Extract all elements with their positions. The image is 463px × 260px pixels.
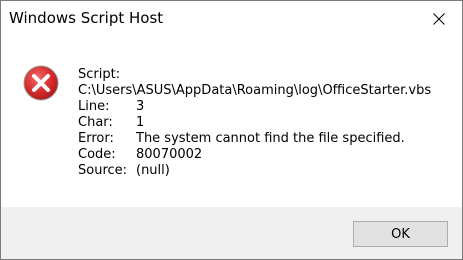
button-bar: OK xyxy=(1,207,462,259)
code-row: Code: 80070002 xyxy=(78,147,431,163)
script-host-dialog: Windows Script Host Script: C:\Users\ASU… xyxy=(0,0,463,260)
error-value: The system cannot find the file specifie… xyxy=(136,131,405,146)
script-label: Script: xyxy=(78,67,121,82)
line-row: Line: 3 xyxy=(78,99,431,115)
title-bar[interactable]: Windows Script Host xyxy=(1,1,462,37)
close-icon xyxy=(433,13,445,25)
ok-button[interactable]: OK xyxy=(353,221,448,247)
source-label: Source: xyxy=(78,163,128,178)
source-value: (null) xyxy=(136,163,170,178)
close-button[interactable] xyxy=(416,1,462,37)
error-details: Script: C:\Users\ASUS\AppData\Roaming\lo… xyxy=(78,67,431,179)
script-path: C:\Users\ASUS\AppData\Roaming\log\Office… xyxy=(78,83,432,98)
script-label-row: Script: xyxy=(78,67,431,83)
error-label: Error: xyxy=(78,131,114,146)
code-label: Code: xyxy=(78,147,116,162)
char-label: Char: xyxy=(78,115,113,130)
script-path-row: C:\Users\ASUS\AppData\Roaming\log\Office… xyxy=(78,83,431,99)
error-icon xyxy=(23,65,59,101)
error-row: Error: The system cannot find the file s… xyxy=(78,131,431,147)
dialog-content: Script: C:\Users\ASUS\AppData\Roaming\lo… xyxy=(1,37,462,207)
line-label: Line: xyxy=(78,99,110,114)
window-title: Windows Script Host xyxy=(9,9,164,27)
char-value: 1 xyxy=(136,115,145,130)
char-row: Char: 1 xyxy=(78,115,431,131)
line-value: 3 xyxy=(136,99,145,114)
code-value: 80070002 xyxy=(136,147,203,162)
source-row: Source: (null) xyxy=(78,163,431,179)
